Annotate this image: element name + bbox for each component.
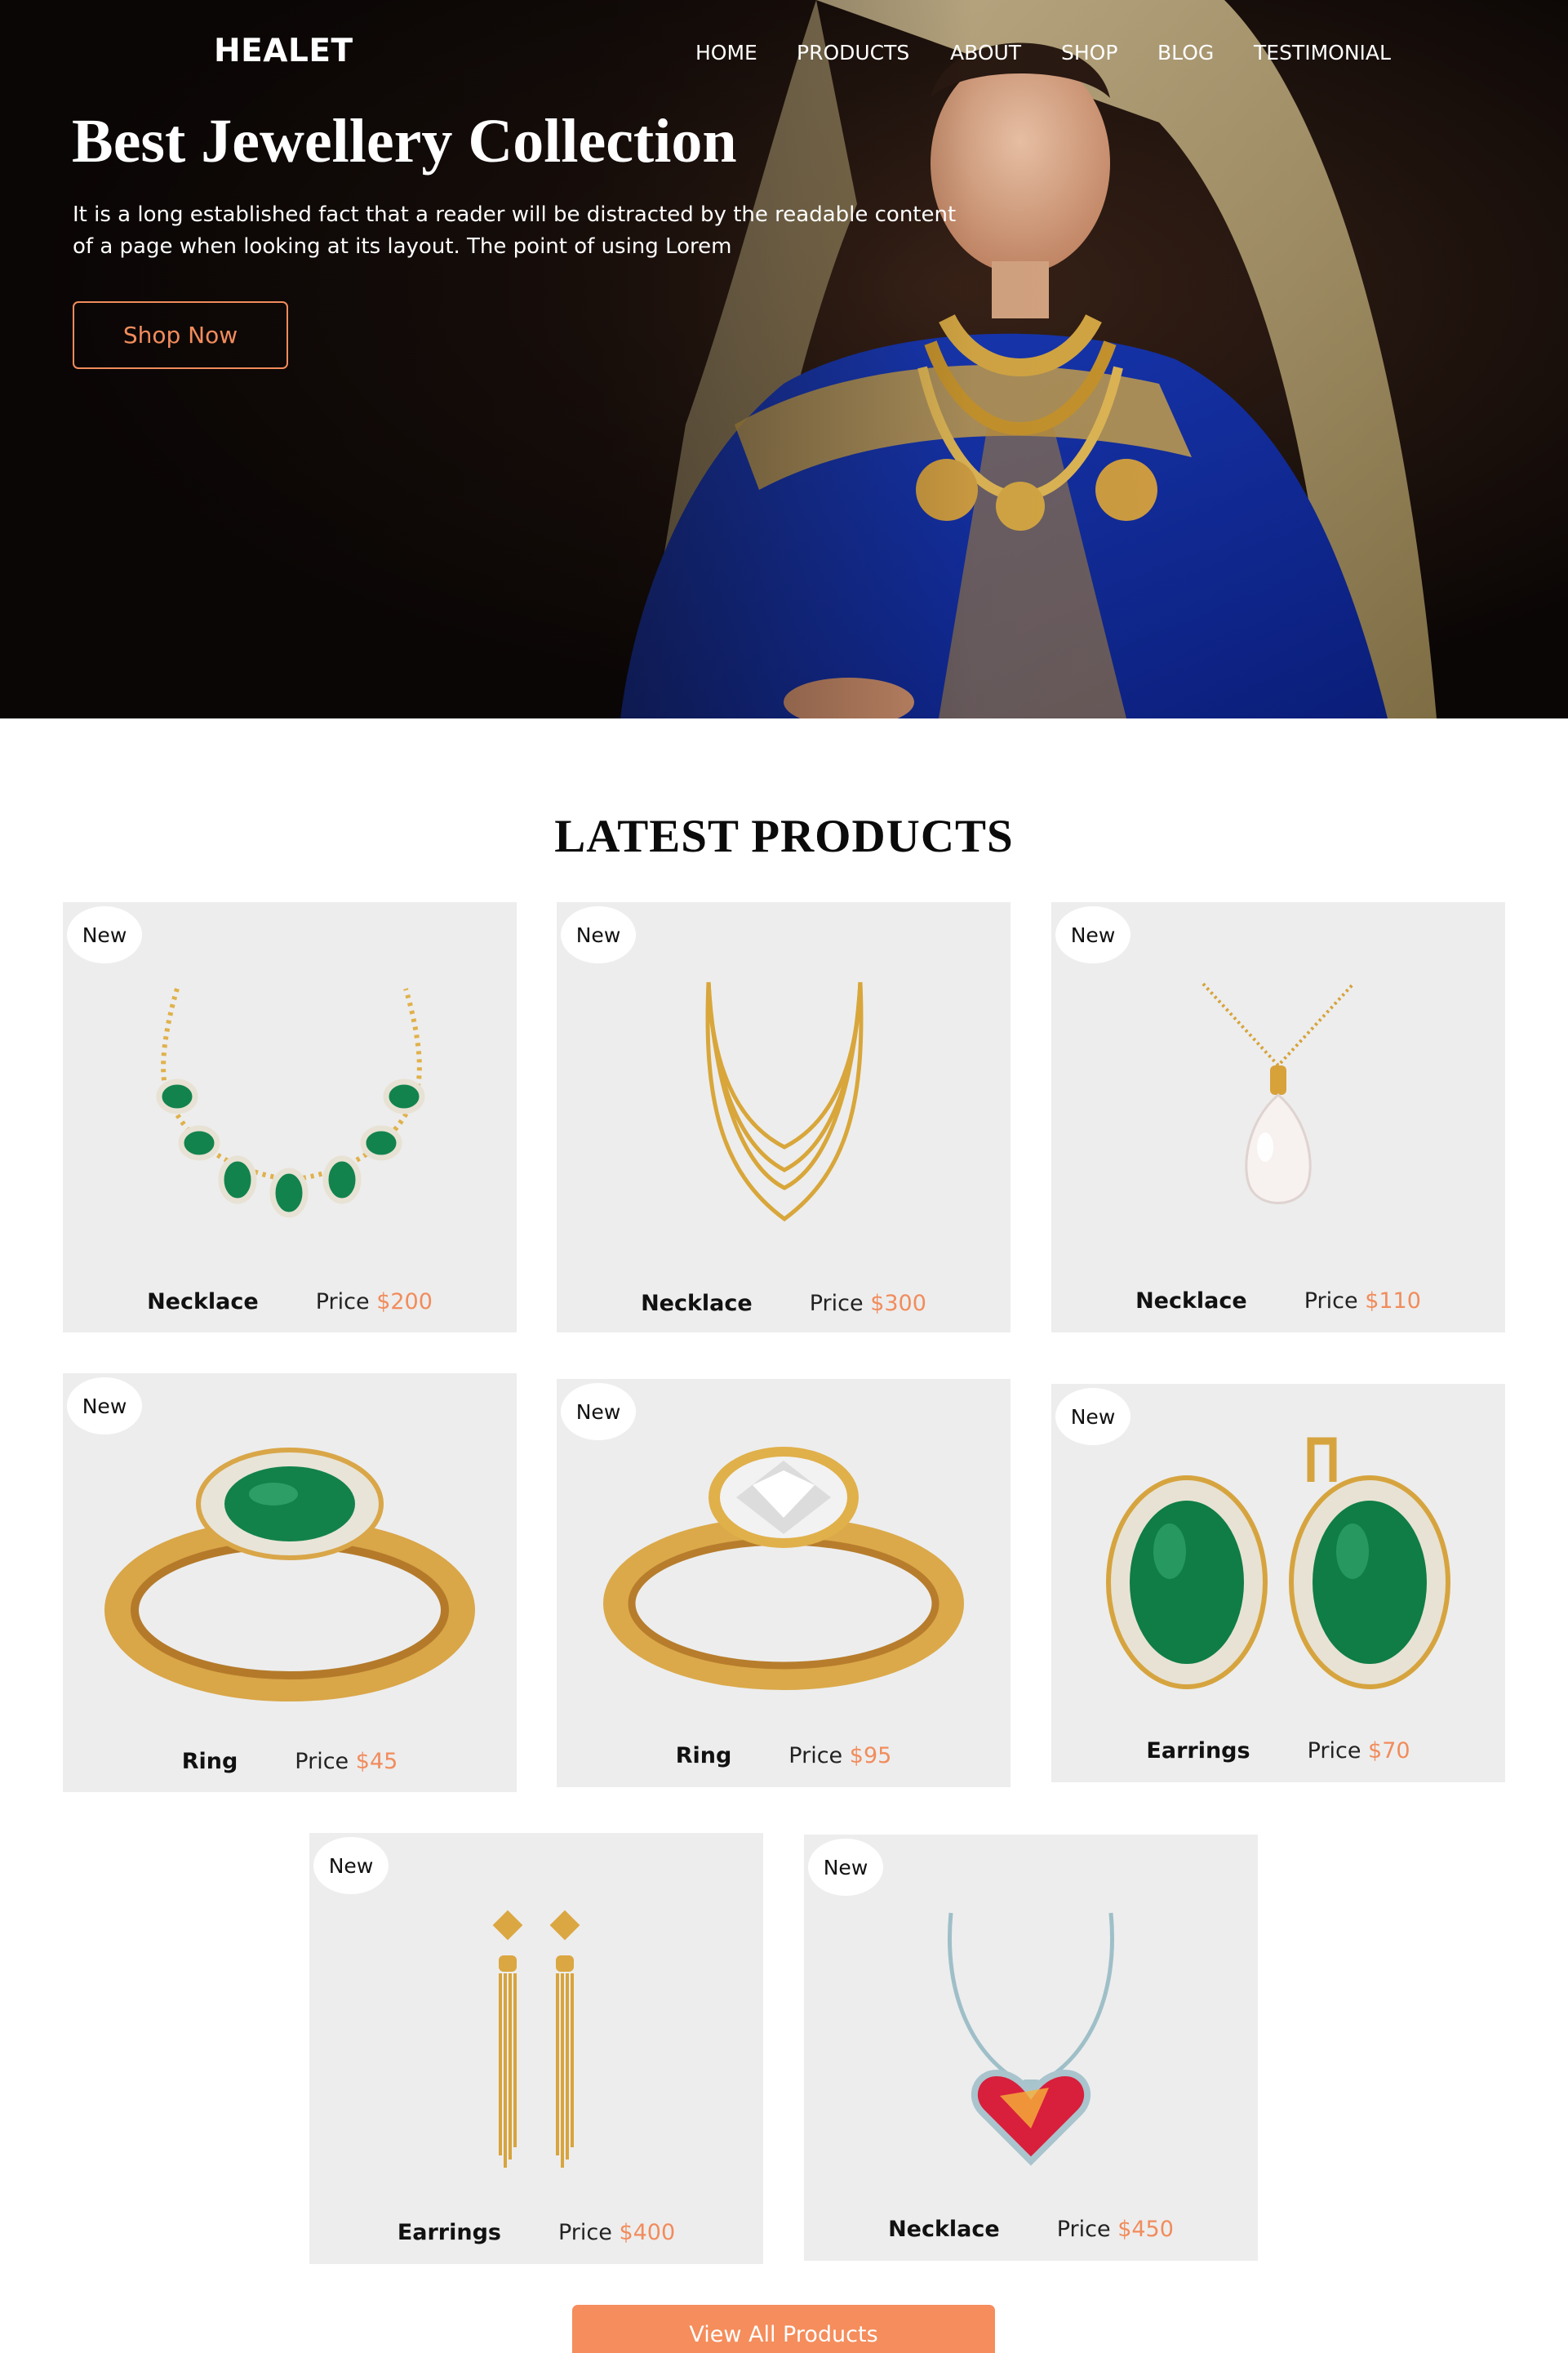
product-info: Ring Price $45 — [63, 1749, 517, 1774]
nav-products[interactable]: PRODUCTS — [797, 41, 909, 64]
price-value: $300 — [870, 1291, 926, 1316]
gold-drop-earrings-image — [492, 1910, 580, 2168]
product-name: Necklace — [888, 2217, 1000, 2242]
product-name: Ring — [181, 1749, 238, 1774]
new-badge: New — [313, 1837, 389, 1894]
price-label: Price $400 — [557, 2220, 676, 2245]
new-badge: New — [67, 1377, 142, 1434]
nav-blog[interactable]: BLOG — [1157, 41, 1214, 64]
new-badge: New — [561, 1383, 636, 1440]
price-value: $95 — [849, 1743, 892, 1768]
price-label: Price $70 — [1307, 1738, 1410, 1764]
product-card[interactable]: New Ring Price $45 — [63, 1373, 517, 1792]
emerald-ring-image — [104, 1448, 475, 1701]
product-name: Earrings — [397, 2220, 501, 2245]
product-name: Earrings — [1146, 1738, 1250, 1764]
product-card[interactable]: New Earrings Price $70 — [1051, 1384, 1505, 1782]
product-name: Necklace — [147, 1289, 259, 1314]
new-badge: New — [67, 906, 142, 963]
ruby-heart-necklace-image — [948, 1912, 1114, 2166]
price-label: Price $200 — [315, 1289, 433, 1314]
product-info: Earrings Price $70 — [1051, 1738, 1505, 1764]
new-badge: New — [1055, 1388, 1130, 1445]
new-badge: New — [561, 906, 636, 963]
price-value: $400 — [619, 2220, 676, 2245]
nav-testimonial[interactable]: TESTIMONIAL — [1254, 41, 1391, 64]
emerald-necklace-image — [156, 988, 425, 1218]
hero-title: Best Jewellery Collection — [72, 107, 737, 176]
price-label: Price $45 — [295, 1749, 398, 1774]
nav-shop[interactable]: SHOP — [1061, 41, 1117, 64]
new-badge: New — [1055, 906, 1130, 963]
product-info: Ring Price $95 — [557, 1743, 1011, 1768]
product-card[interactable]: New Necklace Price $200 — [63, 902, 517, 1332]
product-info: Necklace Price $300 — [557, 1291, 1011, 1316]
product-name: Ring — [675, 1743, 732, 1768]
diamond-ring-image — [603, 1447, 964, 1690]
hero-banner: HEALET HOME PRODUCTS ABOUT SHOP BLOG TES… — [0, 0, 1568, 718]
gold-chain-necklace-image — [705, 981, 864, 1222]
section-title: LATEST PRODUCTS — [554, 811, 1014, 862]
product-info: Earrings Price $400 — [309, 2220, 763, 2245]
price-value: $45 — [355, 1749, 398, 1774]
price-value: $200 — [376, 1289, 433, 1314]
price-value: $450 — [1117, 2217, 1174, 2242]
product-info: Necklace Price $450 — [804, 2217, 1258, 2242]
price-label: Price $300 — [809, 1291, 926, 1316]
product-card[interactable]: New Earrings Price $400 — [309, 1833, 763, 2264]
product-card[interactable]: New Ring Price $95 — [557, 1379, 1011, 1787]
view-all-products-button[interactable]: View All Products — [572, 2305, 995, 2353]
price-label: Price $450 — [1056, 2217, 1174, 2242]
product-name: Necklace — [641, 1291, 753, 1316]
new-badge: New — [808, 1839, 883, 1896]
product-card[interactable]: New Necklace Price $450 — [804, 1835, 1258, 2261]
product-info: Necklace Price $110 — [1051, 1288, 1505, 1314]
price-value: $110 — [1365, 1288, 1421, 1314]
product-name: Necklace — [1135, 1288, 1247, 1314]
nav-about[interactable]: ABOUT — [950, 41, 1021, 64]
main-nav: HOME PRODUCTS ABOUT SHOP BLOG TESTIMONIA… — [0, 41, 1568, 67]
price-label: Price $110 — [1304, 1288, 1421, 1314]
emerald-earrings-image — [1106, 1437, 1450, 1689]
nav-home[interactable]: HOME — [695, 41, 757, 64]
shop-now-button[interactable]: Shop Now — [73, 301, 288, 369]
price-label: Price $95 — [788, 1743, 892, 1768]
product-card[interactable]: New Necklace Price $300 — [557, 902, 1011, 1332]
hero-description: It is a long established fact that a rea… — [73, 202, 957, 259]
price-value: $70 — [1368, 1738, 1410, 1764]
product-info: Necklace Price $200 — [63, 1289, 517, 1314]
pearl-pendant-necklace-image — [1202, 982, 1355, 1204]
product-card[interactable]: New Necklace Price $110 — [1051, 902, 1505, 1332]
